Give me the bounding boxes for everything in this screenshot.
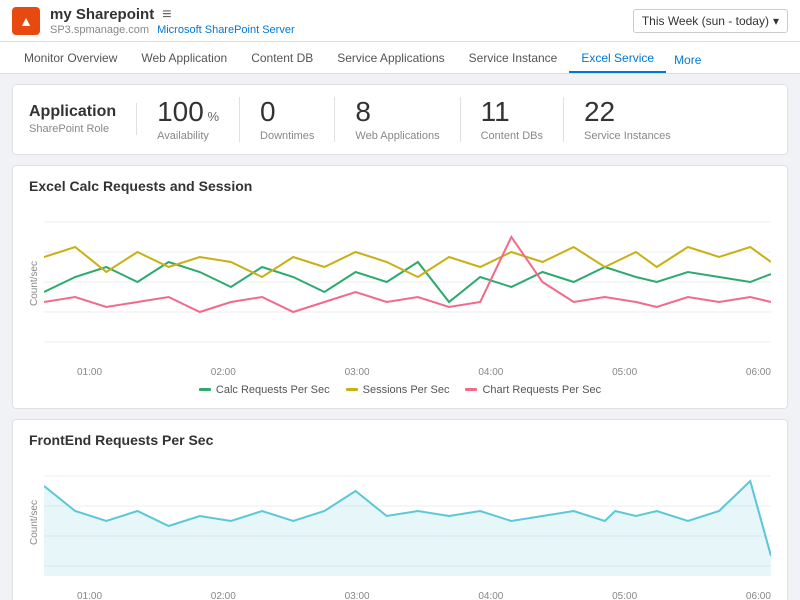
- chart2-area: Count/sec: [29, 456, 771, 600]
- stat-application: Application SharePoint Role: [29, 103, 137, 135]
- product-label: Microsoft SharePoint Server: [157, 24, 295, 36]
- chart-calc-requests: Excel Calc Requests and Session Count/se…: [12, 165, 788, 409]
- chart-frontend-requests: FrontEnd Requests Per Sec Count/sec: [12, 419, 788, 600]
- header-meta: my Sharepoint ≡ SP3.spmanage.com Microso…: [50, 6, 295, 36]
- app-logo: ▲: [12, 7, 40, 35]
- stat-content-dbs-label: Content DBs: [481, 130, 543, 142]
- stat-availability: 100 % Availability: [137, 97, 240, 142]
- stat-service-instances-value: 22: [584, 97, 671, 128]
- stats-bar: Application SharePoint Role 100 % Availa…: [12, 84, 788, 155]
- header-left: ▲ my Sharepoint ≡ SP3.spmanage.com Micro…: [12, 6, 295, 36]
- legend-sessions: Sessions Per Sec: [346, 384, 450, 396]
- more-tabs-button[interactable]: More: [666, 47, 709, 73]
- chart1-svg: [44, 202, 771, 362]
- main-content: Application SharePoint Role 100 % Availa…: [0, 74, 800, 600]
- tab-monitor-overview[interactable]: Monitor Overview: [12, 45, 129, 73]
- app-name: my Sharepoint: [50, 6, 154, 23]
- legend-chart-requests: Chart Requests Per Sec: [465, 384, 601, 396]
- chart2-svg: [44, 456, 771, 586]
- domain-label: SP3.spmanage.com: [50, 24, 149, 36]
- stat-application-title: Application: [29, 103, 116, 121]
- stat-web-applications: 8 Web Applications: [335, 97, 460, 142]
- tab-service-applications[interactable]: Service Applications: [325, 45, 456, 73]
- stat-service-instances: 22 Service Instances: [564, 97, 691, 142]
- chart2-fill: [44, 481, 771, 576]
- hamburger-icon[interactable]: ≡: [162, 6, 171, 24]
- chart1-title: Excel Calc Requests and Session: [29, 178, 771, 194]
- stat-downtimes-value: 0: [260, 97, 314, 128]
- tab-service-instance[interactable]: Service Instance: [457, 45, 570, 73]
- chart1-y-label: Count/sec: [29, 261, 40, 306]
- stat-availability-label: Availability: [157, 130, 219, 142]
- tab-content-db[interactable]: Content DB: [239, 45, 325, 73]
- stat-availability-value: 100: [157, 96, 204, 127]
- tab-web-application[interactable]: Web Application: [129, 45, 239, 73]
- stat-content-dbs-value: 11: [481, 97, 543, 128]
- date-range-label: This Week (sun - today): [642, 14, 769, 28]
- chart2-title: FrontEnd Requests Per Sec: [29, 432, 771, 448]
- chart2-svg-container: [44, 456, 771, 589]
- stat-web-applications-label: Web Applications: [355, 130, 439, 142]
- legend-calc-requests: Calc Requests Per Sec: [199, 384, 330, 396]
- stat-service-instances-label: Service Instances: [584, 130, 671, 142]
- header: ▲ my Sharepoint ≡ SP3.spmanage.com Micro…: [0, 0, 800, 42]
- stat-content-dbs: 11 Content DBs: [461, 97, 564, 142]
- chart2-y-label: Count/sec: [29, 500, 40, 545]
- chart1-x-labels: 01:00 02:00 03:00 04:00 05:00 06:00: [59, 367, 771, 378]
- nav-tabs: Monitor Overview Web Application Content…: [0, 42, 800, 74]
- stat-web-applications-value: 8: [355, 97, 439, 128]
- stat-downtimes: 0 Downtimes: [240, 97, 335, 142]
- chart1-legend: Calc Requests Per Sec Sessions Per Sec C…: [29, 384, 771, 396]
- legend-sessions-dot: [346, 388, 358, 391]
- date-range-selector[interactable]: This Week (sun - today) ▾: [633, 9, 788, 33]
- legend-calc-dot: [199, 388, 211, 391]
- chart2-x-labels: 01:00 02:00 03:00 04:00 05:00 06:00: [59, 591, 771, 600]
- chart1-area: Count/sec: [29, 202, 771, 396]
- stat-downtimes-label: Downtimes: [260, 130, 314, 142]
- dropdown-arrow-icon[interactable]: ▾: [773, 14, 779, 28]
- tab-excel-service[interactable]: Excel Service: [569, 45, 666, 73]
- chart1-svg-container: [44, 202, 771, 365]
- chart1-pink-line: [44, 237, 771, 312]
- stat-availability-unit: %: [207, 109, 219, 124]
- legend-chart-dot: [465, 388, 477, 391]
- stat-application-subtitle: SharePoint Role: [29, 123, 116, 135]
